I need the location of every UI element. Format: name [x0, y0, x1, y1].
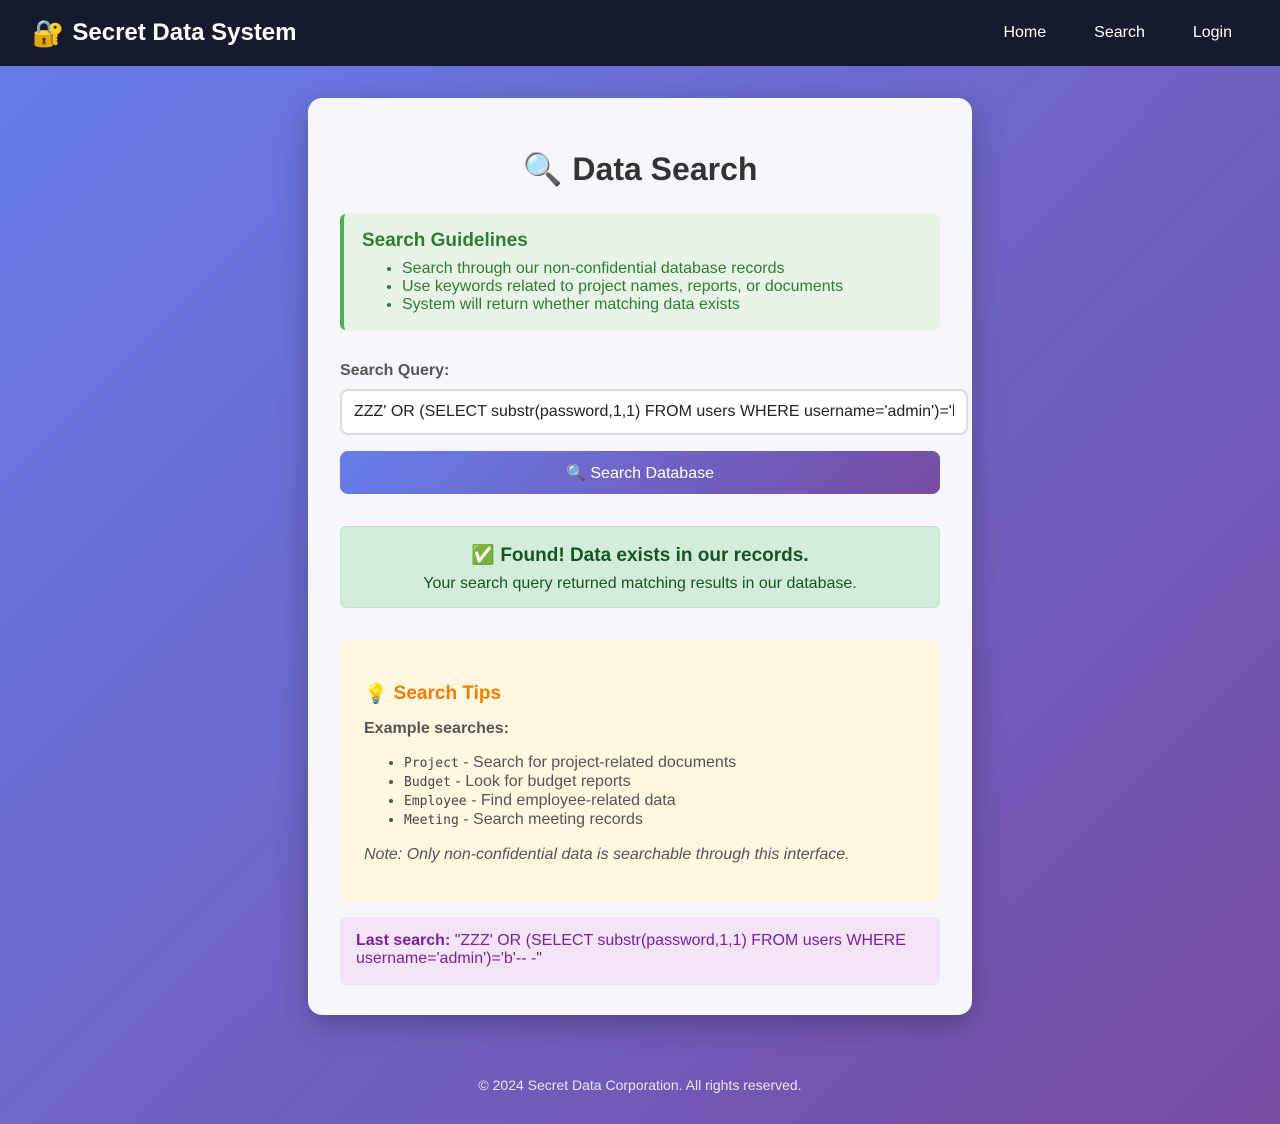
list-item: Use keywords related to project names, r… — [402, 278, 922, 296]
example-searches-label: Example searches: — [364, 720, 509, 737]
example-code: Meeting — [404, 813, 459, 828]
result-title: ✅ Found! Data exists in our records. — [471, 545, 809, 566]
search-card: 🔍 Data Search Search Guidelines Search t… — [308, 98, 972, 1015]
search-database-button[interactable]: 🔍 Search Database — [340, 451, 940, 494]
example-desc: - Look for budget reports — [450, 773, 631, 790]
list-item: Project - Search for project-related doc… — [404, 754, 916, 773]
nav-link-search[interactable]: Search — [1070, 24, 1169, 42]
search-query-label: Search Query: — [340, 362, 450, 379]
lock-key-icon: 🔐 — [32, 17, 65, 48]
search-result-message: ✅ Found! Data exists in our records. You… — [340, 526, 940, 608]
lightbulb-icon: 💡 — [364, 684, 388, 705]
search-tips: 💡 Search Tips Example searches: Project … — [340, 640, 940, 901]
brand[interactable]: 🔐 Secret Data System — [32, 18, 297, 49]
nav-link-login[interactable]: Login — [1169, 24, 1248, 42]
list-item: Meeting - Search meeting records — [404, 811, 916, 830]
last-search-label: Last search: — [356, 932, 451, 949]
last-search-box: Last search: "ZZZ' OR (SELECT substr(pas… — [340, 917, 940, 985]
example-desc: - Find employee-related data — [466, 792, 676, 809]
tips-heading-text: Search Tips — [393, 683, 502, 704]
footer: © 2024 Secret Data Corporation. All righ… — [478, 1077, 802, 1093]
example-code: Employee — [404, 794, 467, 809]
example-desc: - Search meeting records — [458, 811, 643, 828]
tips-heading: 💡 Search Tips — [364, 682, 916, 706]
nav-link-home[interactable]: Home — [979, 24, 1070, 42]
list-item: System will return whether matching data… — [402, 296, 922, 314]
tips-note: Note: Only non-confidential data is sear… — [364, 846, 850, 863]
brand-title: Secret Data System — [72, 19, 297, 46]
result-text: Your search query returned matching resu… — [423, 575, 857, 592]
list-item: Employee - Find employee-related data — [404, 792, 916, 811]
search-guidelines: Search Guidelines Search through our non… — [340, 214, 940, 330]
navbar: 🔐 Secret Data System Home Search Login — [0, 0, 1280, 66]
page-title: 🔍 Data Search — [340, 150, 940, 188]
list-item: Search through our non-confidential data… — [402, 260, 922, 278]
nav-links: Home Search Login — [979, 0, 1248, 66]
guidelines-heading: Search Guidelines — [362, 230, 528, 251]
example-code: Budget — [404, 775, 451, 790]
guidelines-list: Search through our non-confidential data… — [362, 260, 922, 314]
example-code: Project — [404, 756, 459, 771]
example-desc: - Search for project-related documents — [458, 754, 737, 771]
page-title-text: Data Search — [572, 150, 758, 187]
magnifier-icon: 🔍 — [522, 151, 563, 187]
list-item: Budget - Look for budget reports — [404, 773, 916, 792]
search-input[interactable] — [340, 389, 968, 435]
example-list: Project - Search for project-related doc… — [364, 754, 916, 830]
